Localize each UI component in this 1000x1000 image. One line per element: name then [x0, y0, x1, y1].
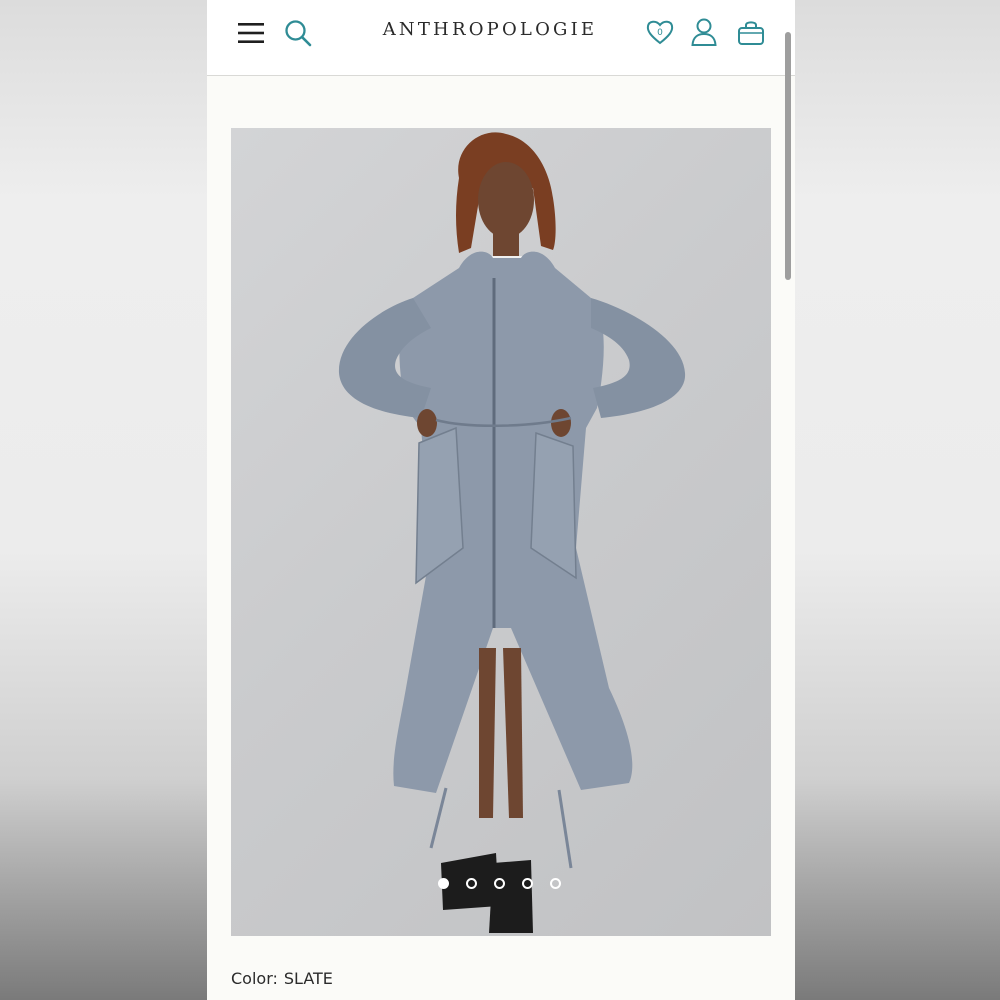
site-header: ANTHROPOLOGIE 0 — [207, 0, 795, 76]
scrollbar[interactable] — [785, 32, 791, 280]
gallery-dot-1[interactable] — [438, 878, 449, 889]
shopping-bag-icon[interactable] — [736, 17, 766, 47]
mobile-page: ANTHROPOLOGIE 0 Color: SLATE — [207, 0, 795, 1000]
heart-icon[interactable]: 0 — [645, 17, 675, 47]
gallery-dot-5[interactable] — [550, 878, 561, 889]
gallery-dot-2[interactable] — [466, 878, 477, 889]
product-photo — [338, 132, 686, 933]
gallery-pagination — [231, 878, 771, 894]
account-icon[interactable] — [690, 17, 718, 47]
color-label: Color: — [231, 969, 278, 988]
search-icon[interactable] — [283, 18, 313, 48]
selected-color: Color: SLATE — [231, 969, 333, 988]
wishlist-count: 0 — [657, 28, 663, 38]
brand-logo[interactable]: ANTHROPOLOGIE — [375, 19, 605, 40]
menu-icon[interactable] — [236, 20, 266, 46]
color-value: SLATE — [283, 969, 333, 988]
gallery-dot-3[interactable] — [494, 878, 505, 889]
product-image-gallery[interactable] — [231, 128, 771, 936]
gallery-dot-4[interactable] — [522, 878, 533, 889]
